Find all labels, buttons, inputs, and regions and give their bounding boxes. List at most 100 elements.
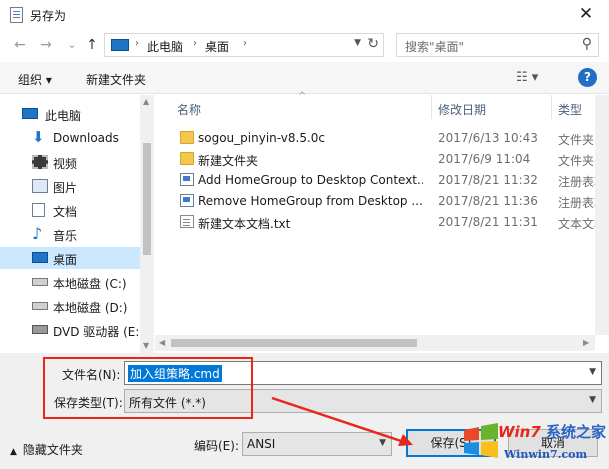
file-row[interactable]: Remove HomeGroup from Desktop ... 2017/8… <box>173 191 609 212</box>
folder-icon <box>180 152 194 165</box>
recent-locations-button[interactable]: ⌄ <box>62 36 82 54</box>
watermark: Win7 系统之家 Winwin7.com <box>460 418 606 466</box>
breadcrumb-desktop[interactable]: 桌面 <box>205 38 229 55</box>
help-button[interactable]: ? <box>578 68 597 87</box>
column-divider[interactable] <box>431 95 432 119</box>
address-bar[interactable]: › 此电脑 › 桌面 › ▼ ↻ <box>104 33 384 57</box>
sidebar-item-label: 此电脑 <box>45 109 82 123</box>
file-date: 2017/8/21 11:36 <box>438 194 538 208</box>
sidebar-scrollbar[interactable]: ▲ ▼ <box>140 95 154 353</box>
registry-file-icon <box>180 173 194 186</box>
breadcrumb-this-pc[interactable]: 此电脑 <box>147 38 183 55</box>
column-header-type[interactable]: 类型 <box>558 101 582 118</box>
music-icon: ♪ <box>32 224 43 243</box>
pc-icon <box>22 108 38 119</box>
sidebar-item-music[interactable]: ♪ 音乐 <box>0 223 140 245</box>
chevron-up-icon: ▲ <box>10 447 17 457</box>
forward-button[interactable]: → <box>36 36 56 54</box>
chevron-down-icon[interactable]: ▼ <box>379 438 386 448</box>
dvd-drive-icon <box>32 325 48 334</box>
sidebar-item-dvd-e[interactable]: DVD 驱动器 (E:) <box>0 319 144 341</box>
file-date: 2017/8/21 11:31 <box>438 215 538 229</box>
chevron-down-icon[interactable]: ▼ <box>589 395 596 405</box>
refresh-icon[interactable]: ↻ <box>367 36 379 52</box>
file-name: Remove HomeGroup from Desktop ... <box>198 194 423 208</box>
column-header-date[interactable]: 修改日期 <box>438 101 486 118</box>
back-button[interactable]: ← <box>10 36 30 54</box>
sidebar-item-drive-d[interactable]: 本地磁盘 (D:) <box>0 295 140 317</box>
breadcrumb-separator[interactable]: › <box>135 38 139 49</box>
watermark-logo-text: Win7 <box>498 423 541 441</box>
title-bar: 另存为 ✕ <box>0 0 609 30</box>
sidebar-item-label: 本地磁盘 (C:) <box>53 277 127 291</box>
sidebar-item-pictures[interactable]: 图片 <box>0 175 140 197</box>
navigation-pane: 此电脑 ⬇ Downloads 视频 图片 文档 ♪ 音乐 桌面 本地磁盘 (C… <box>0 95 154 353</box>
encoding-value: ANSI <box>247 437 276 451</box>
encoding-select[interactable]: ANSI ▼ <box>242 432 392 456</box>
annotation-highlight-box <box>43 357 253 419</box>
file-list-vertical-scrollbar[interactable] <box>595 95 609 335</box>
chevron-down-icon[interactable]: ▼ <box>589 367 596 377</box>
scroll-right-icon[interactable]: ▶ <box>583 338 589 347</box>
download-icon: ⬇ <box>32 128 45 146</box>
up-button[interactable]: ↑ <box>82 36 102 54</box>
sidebar-item-label: 本地磁盘 (D:) <box>53 301 128 315</box>
sidebar-item-downloads[interactable]: ⬇ Downloads <box>0 127 140 149</box>
pc-icon <box>111 39 129 51</box>
close-button[interactable]: ✕ <box>563 0 609 30</box>
text-file-icon <box>180 215 194 228</box>
video-icon <box>32 155 48 169</box>
documents-icon <box>32 203 45 217</box>
scroll-left-icon[interactable]: ◀ <box>159 338 165 347</box>
sidebar-item-label: DVD 驱动器 (E:) <box>53 325 145 339</box>
navigation-bar: ← → ⌄ ↑ › 此电脑 › 桌面 › ▼ ↻ 搜索"桌面" ⚲ <box>0 30 609 60</box>
file-name: sogou_pinyin-v8.5.0c <box>198 131 325 145</box>
scrollbar-thumb[interactable] <box>171 339 417 347</box>
pictures-icon <box>32 179 48 193</box>
file-row[interactable]: 新建文件夹 2017/6/9 11:04 文件夹 <box>173 149 609 170</box>
file-list: ^ 名称 修改日期 类型 sogou_pinyin-v8.5.0c 2017/6… <box>155 91 609 353</box>
sidebar-item-label: Downloads <box>53 131 119 145</box>
watermark-site: Winwin7.com <box>504 448 588 461</box>
sidebar-item-label: 桌面 <box>53 253 78 267</box>
breadcrumb-separator[interactable]: › <box>243 38 247 49</box>
file-name: Add HomeGroup to Desktop Context... <box>198 173 423 187</box>
drive-icon <box>32 302 48 310</box>
sidebar-item-documents[interactable]: 文档 <box>0 199 140 221</box>
file-row[interactable]: 新建文本文档.txt 2017/8/21 11:31 文本文档 <box>173 212 609 233</box>
folder-icon <box>180 131 194 144</box>
sidebar-item-drive-c[interactable]: 本地磁盘 (C:) <box>0 271 140 293</box>
file-date: 2017/8/21 11:32 <box>438 173 538 187</box>
search-input[interactable]: 搜索"桌面" <box>405 38 464 55</box>
search-box[interactable]: 搜索"桌面" ⚲ <box>396 33 599 57</box>
watermark-brand: Win7 系统之家 <box>498 421 606 442</box>
file-name: 新建文本文档.txt <box>198 217 291 231</box>
hide-folders-label: 隐藏文件夹 <box>22 443 83 457</box>
sidebar-item-label: 视频 <box>53 157 78 171</box>
file-name: 新建文件夹 <box>198 154 259 168</box>
sidebar-item-label: 文档 <box>53 205 78 219</box>
hide-folders-toggle[interactable]: ▲ 隐藏文件夹 <box>10 441 83 458</box>
windows-logo-icon <box>464 423 498 458</box>
breadcrumb-separator[interactable]: › <box>193 38 197 49</box>
sidebar-item-desktop[interactable]: 桌面 <box>0 247 140 269</box>
scroll-up-icon[interactable]: ▲ <box>143 97 149 106</box>
scroll-down-icon[interactable]: ▼ <box>143 341 149 350</box>
file-row[interactable]: Add HomeGroup to Desktop Context... 2017… <box>173 170 609 191</box>
view-options-button[interactable]: ☷ ▾ <box>516 70 538 85</box>
chevron-down-icon[interactable]: ▼ <box>354 38 361 48</box>
file-list-horizontal-scrollbar[interactable]: ◀ ▶ <box>155 335 595 351</box>
scrollbar-thumb[interactable] <box>143 143 151 255</box>
sidebar-item-this-pc[interactable]: 此电脑 <box>0 103 140 125</box>
file-date: 2017/6/9 11:04 <box>438 152 531 166</box>
drive-icon <box>32 278 48 286</box>
new-folder-button[interactable]: 新建文件夹 <box>86 71 146 88</box>
organize-button[interactable]: 组织 ▾ <box>18 71 52 88</box>
column-header-name[interactable]: 名称 <box>177 101 201 118</box>
file-row[interactable]: sogou_pinyin-v8.5.0c 2017/6/13 10:43 文件夹 <box>173 128 609 149</box>
sort-ascending-icon: ^ <box>298 91 307 102</box>
sidebar-item-videos[interactable]: 视频 <box>0 151 140 173</box>
registry-file-icon <box>180 194 194 207</box>
column-divider[interactable] <box>551 95 552 119</box>
command-toolbar: 组织 ▾ 新建文件夹 ☷ ▾ ? <box>0 62 609 94</box>
